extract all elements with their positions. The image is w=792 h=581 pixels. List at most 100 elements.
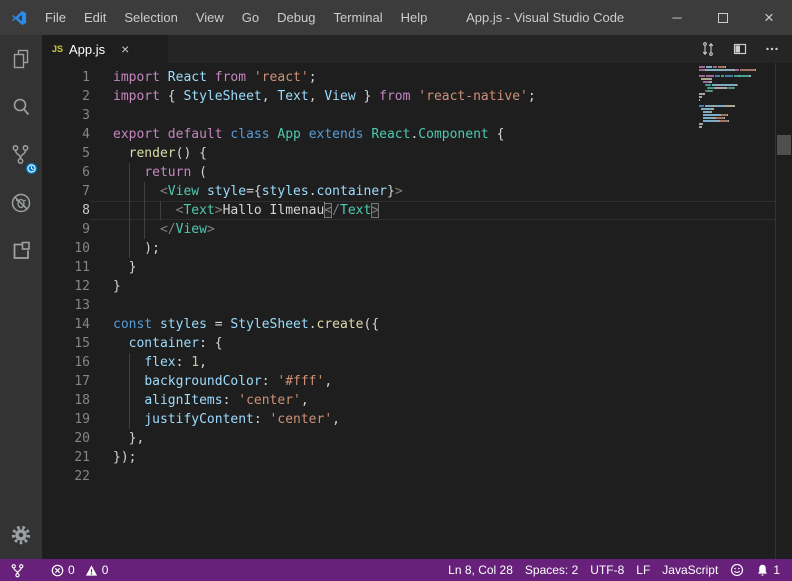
code-token: 'react-native' <box>418 89 528 104</box>
menu-edit[interactable]: Edit <box>75 0 115 35</box>
code-line[interactable]: 14const styles = StyleSheet.create({ <box>42 315 776 334</box>
code-line[interactable]: 22 <box>42 467 776 486</box>
line-number[interactable]: 21 <box>42 448 90 467</box>
line-number[interactable]: 11 <box>42 258 90 277</box>
code-line[interactable]: 7 <View style={styles.container}> <box>42 182 776 201</box>
tab-close-icon[interactable]: × <box>121 42 129 56</box>
statusbar-feedback[interactable] <box>724 563 750 577</box>
code-token: class <box>230 127 269 142</box>
code-token <box>152 317 160 332</box>
maximize-button[interactable] <box>700 0 746 35</box>
code-line[interactable]: 17 backgroundColor: '#fff', <box>42 372 776 391</box>
code-editor[interactable]: 1import React from 'react';2import { Sty… <box>42 63 792 559</box>
code-token: from <box>215 70 246 85</box>
code-token: } <box>113 279 121 294</box>
line-content: <View style={styles.container}> <box>90 182 776 201</box>
swap-arrows-icon[interactable] <box>700 41 716 57</box>
indent-guide <box>129 410 130 429</box>
statusbar-language[interactable]: JavaScript <box>656 563 724 577</box>
code-line[interactable]: 8 <Text>Hallo Ilmenau</Text> <box>42 201 776 220</box>
close-button[interactable]: × <box>746 0 792 35</box>
code-line[interactable]: 13 <box>42 296 776 315</box>
line-number[interactable]: 15 <box>42 334 90 353</box>
line-content: } <box>90 277 776 296</box>
line-number[interactable]: 4 <box>42 125 90 144</box>
line-number[interactable]: 19 <box>42 410 90 429</box>
minimap-line <box>699 111 775 113</box>
tab-appjs[interactable]: JS App.js × <box>42 35 168 63</box>
line-content: ); <box>90 239 776 258</box>
line-content: justifyContent: 'center', <box>90 410 776 429</box>
line-number[interactable]: 5 <box>42 144 90 163</box>
code-line[interactable]: 21}); <box>42 448 776 467</box>
menu-selection[interactable]: Selection <box>115 0 186 35</box>
line-number[interactable]: 7 <box>42 182 90 201</box>
statusbar-problems[interactable]: 0 0 <box>45 563 114 577</box>
menu-terminal[interactable]: Terminal <box>324 0 391 35</box>
code-token: } <box>356 89 379 104</box>
window-title: App.js - Visual Studio Code <box>436 10 654 25</box>
line-number[interactable]: 12 <box>42 277 90 296</box>
activitybar-settings[interactable] <box>0 511 42 559</box>
line-number[interactable]: 13 <box>42 296 90 315</box>
activitybar-explorer[interactable] <box>0 35 42 83</box>
statusbar-eol[interactable]: LF <box>630 563 656 577</box>
scrollbar-thumb[interactable] <box>777 135 791 155</box>
code-line[interactable]: 9 </View> <box>42 220 776 239</box>
code-line[interactable]: 10 ); <box>42 239 776 258</box>
code-token: container <box>317 184 387 199</box>
line-number[interactable]: 22 <box>42 467 90 486</box>
line-number[interactable]: 3 <box>42 106 90 125</box>
code-line[interactable]: 18 alignItems: 'center', <box>42 391 776 410</box>
code-line[interactable]: 11 } <box>42 258 776 277</box>
code-token: Component <box>418 127 488 142</box>
code-line[interactable]: 4export default class App extends React.… <box>42 125 776 144</box>
code-line[interactable]: 16 flex: 1, <box>42 353 776 372</box>
code-line[interactable]: 1import React from 'react'; <box>42 68 776 87</box>
minimap-line <box>699 96 775 98</box>
line-number[interactable]: 9 <box>42 220 90 239</box>
line-number[interactable]: 1 <box>42 68 90 87</box>
code-token: , <box>199 355 207 370</box>
activitybar-search[interactable] <box>0 83 42 131</box>
line-number[interactable]: 17 <box>42 372 90 391</box>
warning-count: 0 <box>102 563 109 577</box>
code-token: App <box>277 127 300 142</box>
code-line[interactable]: 12} <box>42 277 776 296</box>
smiley-icon <box>730 563 744 577</box>
code-line[interactable]: 6 return ( <box>42 163 776 182</box>
more-actions-icon[interactable] <box>764 41 780 57</box>
minimap[interactable] <box>699 66 775 132</box>
line-number[interactable]: 16 <box>42 353 90 372</box>
line-number[interactable]: 6 <box>42 163 90 182</box>
line-number[interactable]: 8 <box>42 201 90 220</box>
statusbar-encoding[interactable]: UTF-8 <box>584 563 630 577</box>
activitybar-source-control[interactable] <box>0 131 42 179</box>
statusbar-branch[interactable] <box>4 563 31 578</box>
code-line[interactable]: 2import { StyleSheet, Text, View } from … <box>42 87 776 106</box>
split-editor-icon[interactable] <box>732 41 748 57</box>
line-number[interactable]: 10 <box>42 239 90 258</box>
line-number[interactable]: 2 <box>42 87 90 106</box>
vertical-scrollbar[interactable] <box>776 63 792 559</box>
menu-help[interactable]: Help <box>392 0 437 35</box>
activitybar-extensions[interactable] <box>0 227 42 275</box>
statusbar-notifications[interactable]: 1 <box>750 563 786 577</box>
menu-go[interactable]: Go <box>233 0 268 35</box>
activitybar-debug[interactable] <box>0 179 42 227</box>
code-line[interactable]: 19 justifyContent: 'center', <box>42 410 776 429</box>
code-line[interactable]: 3 <box>42 106 776 125</box>
line-number[interactable]: 14 <box>42 315 90 334</box>
menu-file[interactable]: File <box>36 0 75 35</box>
statusbar-cursor-position[interactable]: Ln 8, Col 28 <box>442 563 519 577</box>
line-number[interactable]: 18 <box>42 391 90 410</box>
code-line[interactable]: 15 container: { <box>42 334 776 353</box>
menu-debug[interactable]: Debug <box>268 0 324 35</box>
menu-view[interactable]: View <box>187 0 233 35</box>
minimize-button[interactable]: ─ <box>654 0 700 35</box>
code-line[interactable]: 20 }, <box>42 429 776 448</box>
code-line[interactable]: 5 render() { <box>42 144 776 163</box>
statusbar-indentation[interactable]: Spaces: 2 <box>519 563 584 577</box>
code-token: < <box>160 184 168 199</box>
line-number[interactable]: 20 <box>42 429 90 448</box>
